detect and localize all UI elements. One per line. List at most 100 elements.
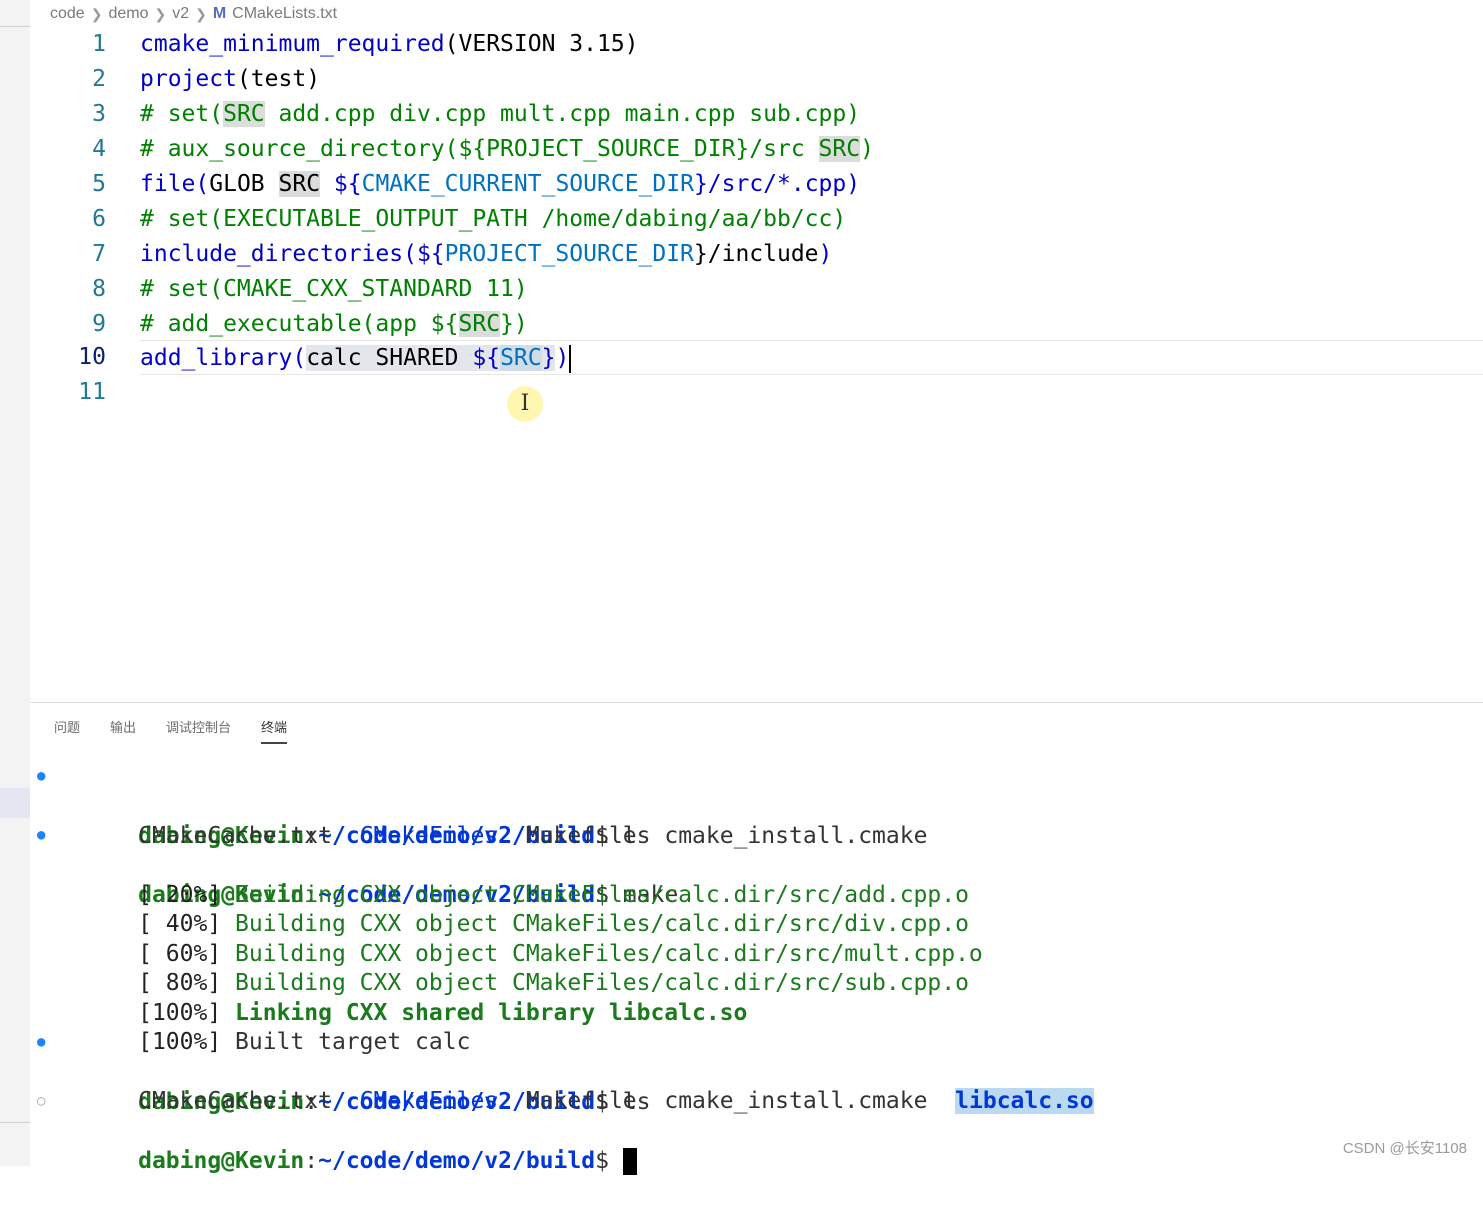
- line-code: cmake_minimum_required(VERSION 3.15): [140, 27, 639, 62]
- prompt-user: dabing@Kevin: [138, 1148, 305, 1174]
- code-token: }/include: [693, 241, 819, 267]
- code-token: }/src/*.cpp): [693, 171, 861, 197]
- code-line-current[interactable]: add_library(calc SHARED ${SRC}): [140, 340, 1483, 375]
- code-token: cmake_minimum_required: [140, 31, 445, 57]
- highlighted-token: SRC: [223, 101, 265, 127]
- breadcrumb-item-code[interactable]: code: [50, 5, 85, 23]
- highlighted-token: SRC: [818, 136, 861, 162]
- terminal-prompt-line: ● dabing@Kevin:~/code/demo/v2/build$ ls: [37, 761, 650, 849]
- highlighted-token: SRC: [500, 345, 542, 371]
- chevron-right-icon: ❯: [154, 5, 167, 22]
- terminal-output-line: [ 20%] Building CXX object CMakeFiles/ca…: [55, 850, 969, 908]
- highlighted-token: SRC: [278, 171, 321, 197]
- code-token: }): [500, 311, 528, 337]
- terminal-cursor: [622, 1148, 637, 1175]
- code-token: VERSION 3.15: [458, 31, 625, 57]
- selected-token: ${: [472, 345, 501, 371]
- code-token: project: [140, 66, 237, 92]
- line-code: include_directories(${PROJECT_SOURCE_DIR…: [140, 237, 832, 272]
- terminal-prompt-line: ○ dabing@Kevin:~/code/demo/v2/build$: [37, 1086, 637, 1175]
- code-line[interactable]: 5 file(GLOB SRC ${CMAKE_CURRENT_SOURCE_D…: [30, 167, 1483, 202]
- code-line[interactable]: 3 # set(SRC add.cpp div.cpp mult.cpp mai…: [30, 97, 1483, 132]
- line-number: 2: [92, 66, 106, 92]
- code-token: add_library: [140, 345, 293, 371]
- code-token: add.cpp div.cpp mult.cpp main.cpp sub.cp…: [264, 101, 861, 127]
- line-number: 5: [92, 171, 106, 197]
- activity-bar: [0, 0, 30, 1166]
- code-editor[interactable]: 1 cmake_minimum_required(VERSION 3.15) 2…: [30, 27, 1483, 702]
- code-token: ): [624, 31, 639, 57]
- code-line[interactable]: 6 # set(EXECUTABLE_OUTPUT_PATH /home/dab…: [30, 202, 1483, 237]
- code-token: test: [250, 66, 307, 92]
- ls-entry: cmake_install.cmake: [664, 1088, 928, 1114]
- breadcrumb-item-v2[interactable]: v2: [172, 5, 189, 23]
- line-number: 7: [92, 241, 106, 267]
- code-token: ): [818, 241, 833, 267]
- activity-item[interactable]: [0, 788, 30, 818]
- activity-separator: [0, 1122, 30, 1123]
- activity-separator: [0, 26, 30, 27]
- selected-token: }: [541, 345, 556, 371]
- line-number: 4: [92, 136, 106, 162]
- code-token: ): [555, 345, 570, 371]
- prompt-colon: :: [304, 1148, 319, 1174]
- tab-problems[interactable]: 问题: [54, 717, 80, 744]
- command-status-dot-icon[interactable]: ●: [37, 761, 45, 791]
- code-line[interactable]: 9 # add_executable(app ${SRC}): [30, 307, 1483, 342]
- code-token: file: [140, 171, 196, 197]
- terminal-output-line: CMakeCache.txt CMakeFiles Makefile cmake…: [55, 791, 927, 849]
- line-code: # set(EXECUTABLE_OUTPUT_PATH /home/dabin…: [140, 206, 847, 232]
- line-number: 3: [92, 101, 106, 127]
- terminal-output-line: [100%] Linking CXX shared library libcal…: [55, 968, 747, 1026]
- code-token: # aux_source_directory(${PROJECT_SOURCE_…: [140, 136, 819, 162]
- tab-output[interactable]: 输出: [110, 717, 136, 744]
- chevron-right-icon: ❯: [195, 5, 207, 22]
- code-line[interactable]: 7 include_directories(${PROJECT_SOURCE_D…: [30, 237, 1483, 272]
- prompt-path: ~/code/demo/v2/build: [318, 1148, 596, 1174]
- cmake-file-icon: M: [212, 5, 227, 22]
- tab-terminal[interactable]: 终端: [261, 717, 288, 744]
- terminal-prompt-line: ● dabing@Kevin:~/code/demo/v2/build$ mak…: [37, 820, 678, 908]
- command-status-dot-icon[interactable]: ○: [37, 1086, 45, 1116]
- terminal-output-line: CMakeCache.txt CMakeFiles Makefile cmake…: [55, 1056, 1094, 1114]
- line-code: project(test): [140, 62, 320, 97]
- breadcrumb-item-demo[interactable]: demo: [108, 5, 148, 23]
- code-token: # set(: [140, 101, 224, 127]
- code-token: (: [195, 171, 210, 197]
- line-number: 9: [92, 311, 106, 337]
- terminal-output-line: [ 40%] Building CXX object CMakeFiles/ca…: [55, 879, 969, 937]
- selected-token: calc SHARED: [306, 345, 473, 371]
- terminal-prompt-line: ● dabing@Kevin:~/code/demo/v2/build$ ls: [37, 1027, 650, 1115]
- tab-debug-console[interactable]: 调试控制台: [166, 717, 231, 744]
- ls-entry: cmake_install.cmake: [664, 823, 928, 849]
- line-number: 1: [92, 31, 106, 57]
- breadcrumb: code ❯ demo ❯ v2 ❯ M CMakeLists.txt: [50, 2, 337, 26]
- terminal-output-line: [100%] Built target calc: [55, 997, 470, 1055]
- terminal-output-line: [ 80%] Building CXX object CMakeFiles/ca…: [55, 938, 969, 996]
- prompt-dollar: $: [595, 1148, 609, 1174]
- code-line[interactable]: 8 # set(CMAKE_CXX_STANDARD 11): [30, 272, 1483, 307]
- panel-tabs: 问题 输出 调试控制台 终端: [54, 717, 317, 744]
- code-line[interactable]: 1 cmake_minimum_required(VERSION 3.15): [30, 27, 1483, 62]
- code-line[interactable]: 11: [30, 375, 1483, 410]
- command-status-dot-icon[interactable]: ●: [37, 820, 45, 850]
- terminal-output-line: [ 60%] Building CXX object CMakeFiles/ca…: [55, 909, 983, 967]
- code-token: ): [860, 136, 874, 162]
- command-status-dot-icon[interactable]: ●: [37, 1027, 45, 1057]
- line-code: add_library(calc SHARED ${SRC}): [140, 341, 572, 376]
- code-line[interactable]: 4 # aux_source_directory(${PROJECT_SOURC…: [30, 132, 1483, 167]
- code-line[interactable]: 2 project(test): [30, 62, 1483, 97]
- breadcrumb-item-file[interactable]: CMakeLists.txt: [232, 5, 337, 23]
- code-token: (: [292, 345, 307, 371]
- line-code: # set(SRC add.cpp div.cpp mult.cpp main.…: [140, 97, 860, 132]
- code-token: PROJECT_SOURCE_DIR: [444, 241, 694, 267]
- code-token: include_directories: [140, 241, 404, 267]
- line-number: 6: [92, 206, 106, 232]
- chevron-right-icon: ❯: [90, 5, 103, 22]
- code-token: GLOB: [209, 171, 279, 197]
- code-token: # add_executable(app ${: [140, 311, 459, 337]
- line-code: # add_executable(app ${SRC}): [140, 307, 528, 342]
- text-cursor-icon: I: [507, 386, 543, 422]
- highlighted-token: SRC: [458, 311, 501, 337]
- code-token: (: [236, 66, 251, 92]
